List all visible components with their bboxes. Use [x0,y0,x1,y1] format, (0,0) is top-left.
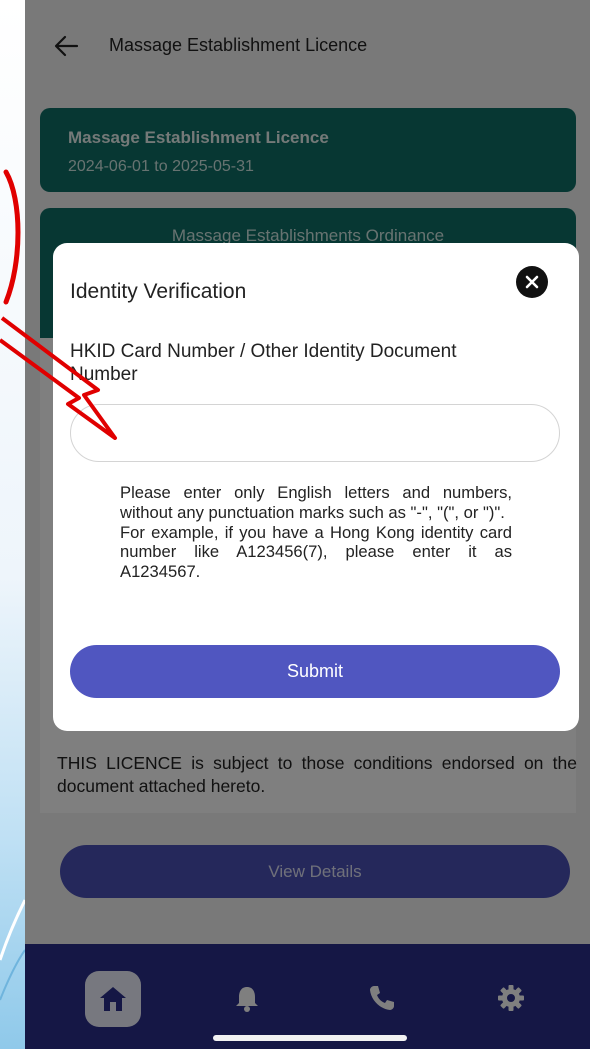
side-decoration [0,0,25,1049]
hint-example: For example, if you have a Hong Kong ide… [120,522,512,582]
id-number-label: HKID Card Number / Other Identity Docume… [70,341,457,385]
close-button[interactable] [516,266,548,298]
home-indicator [213,1035,407,1041]
close-icon [525,275,539,289]
hint-format-rule: Please enter only English letters and nu… [120,483,512,522]
phone-screen: Massage Establishment Licence Massage Es… [25,0,590,1049]
submit-button[interactable]: Submit [70,645,560,698]
input-hint: Please enter only English letters and nu… [120,483,512,582]
identity-verification-dialog: Identity Verification HKID Card Number /… [53,243,579,731]
id-number-input[interactable] [70,404,560,462]
dialog-title: Identity Verification [70,280,247,303]
